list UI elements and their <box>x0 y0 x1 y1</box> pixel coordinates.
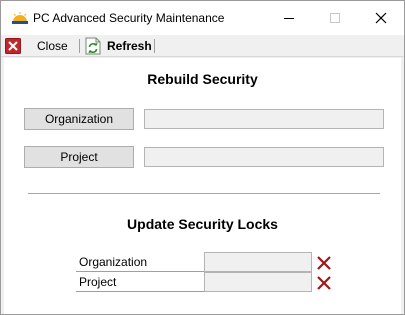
x-icon[interactable] <box>316 255 332 271</box>
toolbar-close-button[interactable] <box>5 35 21 57</box>
rebuild-project-button[interactable]: Project <box>24 146 134 168</box>
rebuild-organization-button[interactable]: Organization <box>24 108 134 130</box>
sunrise-icon <box>12 12 28 24</box>
rebuild-project-field <box>144 147 384 167</box>
close-box-icon <box>5 38 21 54</box>
maximize-button[interactable] <box>312 1 358 35</box>
window-title: PC Advanced Security Maintenance <box>33 11 225 25</box>
lock-label: Organization <box>79 255 148 269</box>
toolbar-separator <box>79 39 80 53</box>
lock-row-organization: Organization <box>76 252 312 272</box>
rebuild-organization-field <box>144 109 384 129</box>
maximize-icon <box>330 13 340 23</box>
minimize-button[interactable] <box>266 1 312 35</box>
window-close-button[interactable] <box>358 1 404 35</box>
section-divider <box>28 193 380 194</box>
lock-value-field <box>204 272 312 292</box>
x-icon[interactable] <box>316 275 332 291</box>
toolbar: Close Refresh <box>1 35 404 57</box>
lock-value-field <box>204 252 312 272</box>
rebuild-security-heading: Rebuild Security <box>147 71 258 87</box>
close-icon <box>375 12 387 24</box>
title-bar: PC Advanced Security Maintenance <box>1 1 404 35</box>
minimize-icon <box>284 18 294 19</box>
lock-label: Project <box>79 275 117 289</box>
toolbar-refresh-label[interactable]: Refresh <box>107 39 152 53</box>
app-window: PC Advanced Security Maintenance Close R… <box>0 0 405 315</box>
toolbar-separator <box>154 39 155 53</box>
lock-row-project: Project <box>76 272 312 292</box>
content-panel: Rebuild Security Organization Project Up… <box>4 58 401 314</box>
update-security-locks-heading: Update Security Locks <box>127 216 278 232</box>
toolbar-close-label[interactable]: Close <box>37 39 68 53</box>
lock-label-underline <box>76 291 204 292</box>
refresh-icon[interactable] <box>85 37 101 55</box>
